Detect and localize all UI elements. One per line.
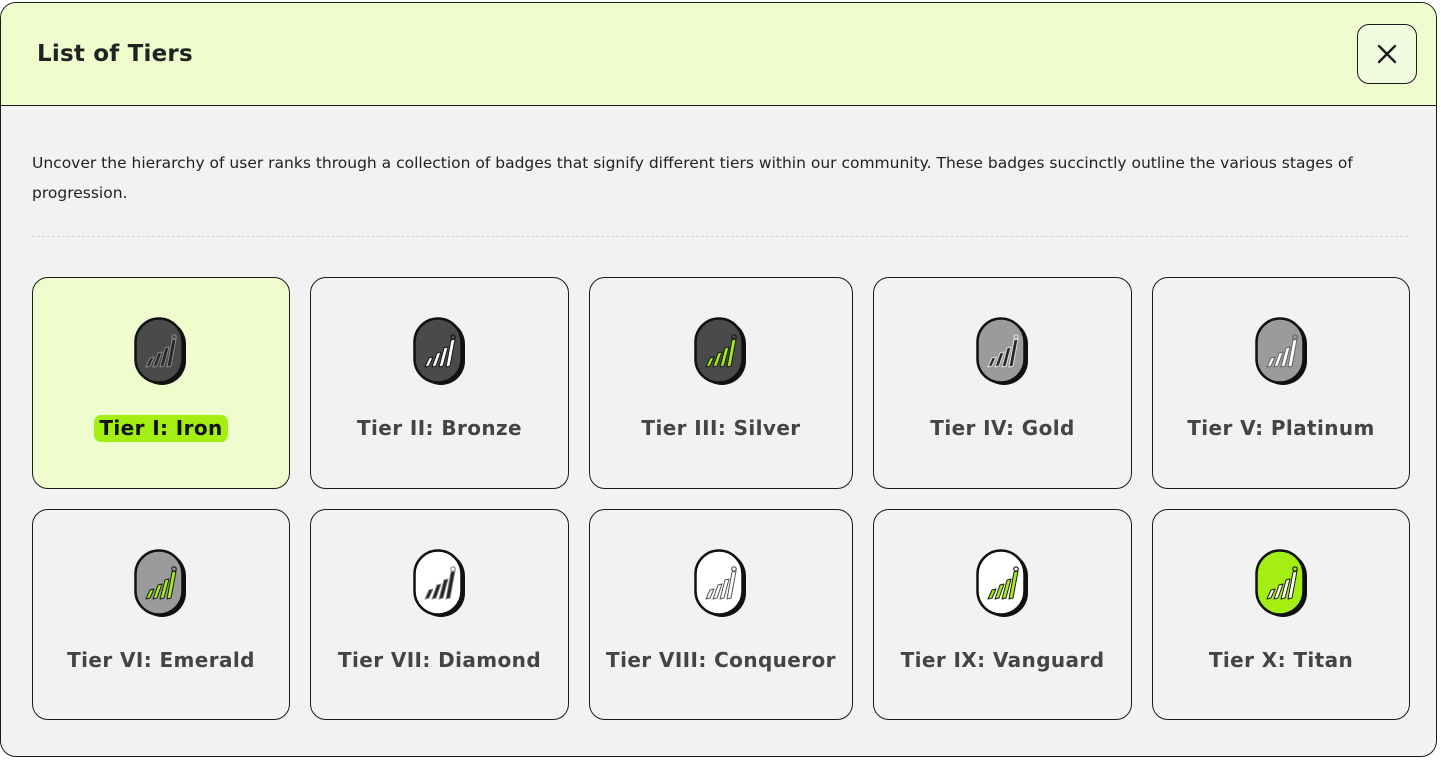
tier-card[interactable]: Tier VI: Emerald — [32, 509, 290, 720]
tier-label: Tier VI: Emerald — [33, 648, 289, 672]
close-icon — [1377, 44, 1397, 64]
tier-label-text: Tier IV: Gold — [930, 416, 1075, 440]
tier-card[interactable]: Tier IV: Gold — [873, 277, 1132, 489]
tier-card[interactable]: Tier X: Titan — [1152, 509, 1410, 720]
tier-label-text: Tier III: Silver — [641, 416, 801, 440]
tier-label: Tier IX: Vanguard — [874, 648, 1131, 672]
tier-label-text: Tier IX: Vanguard — [900, 648, 1105, 672]
tier-badge-icon — [976, 549, 1028, 617]
tier-badge-icon — [694, 317, 746, 385]
tier-card[interactable]: Tier II: Bronze — [310, 277, 569, 489]
tier-label: Tier I: Iron — [33, 415, 289, 442]
close-button[interactable] — [1357, 24, 1417, 84]
tier-badge-icon — [413, 317, 465, 385]
tier-card[interactable]: Tier V: Platinum — [1152, 277, 1410, 489]
tier-badge-icon — [413, 549, 465, 617]
tier-badge-icon — [134, 317, 186, 385]
tiers-modal: List of Tiers Uncover the hierarchy of u… — [0, 2, 1437, 757]
tier-label: Tier V: Platinum — [1153, 416, 1409, 440]
tier-badge-icon — [976, 317, 1028, 385]
tier-label-text: Tier X: Titan — [1208, 648, 1354, 672]
tier-card[interactable]: Tier III: Silver — [589, 277, 853, 489]
tier-card[interactable]: Tier IX: Vanguard — [873, 509, 1132, 720]
tier-label: Tier IV: Gold — [874, 416, 1131, 440]
divider — [32, 236, 1408, 237]
modal-description: Uncover the hierarchy of user ranks thro… — [32, 154, 1353, 202]
tier-label-text: Tier VIII: Conqueror — [606, 648, 836, 672]
tier-badge-icon — [694, 549, 746, 617]
tier-label-text: Tier V: Platinum — [1187, 416, 1375, 440]
modal-title: List of Tiers — [37, 41, 193, 67]
tier-card[interactable]: Tier I: Iron — [32, 277, 290, 489]
tier-label-text: Tier VII: Diamond — [337, 648, 542, 672]
tier-label: Tier VIII: Conqueror — [590, 648, 852, 672]
tier-card[interactable]: Tier VII: Diamond — [310, 509, 569, 720]
tier-card[interactable]: Tier VIII: Conqueror — [589, 509, 853, 720]
tier-badge-icon — [1255, 549, 1307, 617]
tier-label: Tier VII: Diamond — [311, 648, 568, 672]
tier-label: Tier III: Silver — [590, 416, 852, 440]
tier-label-text: Tier II: Bronze — [356, 416, 523, 440]
modal-header: List of Tiers — [1, 3, 1436, 106]
tier-label: Tier X: Titan — [1153, 648, 1409, 672]
tier-label-text: Tier I: Iron — [94, 415, 228, 442]
tier-badge-icon — [134, 549, 186, 617]
tier-label: Tier II: Bronze — [311, 416, 568, 440]
tier-label-text: Tier VI: Emerald — [67, 648, 255, 672]
tier-badge-icon — [1255, 317, 1307, 385]
